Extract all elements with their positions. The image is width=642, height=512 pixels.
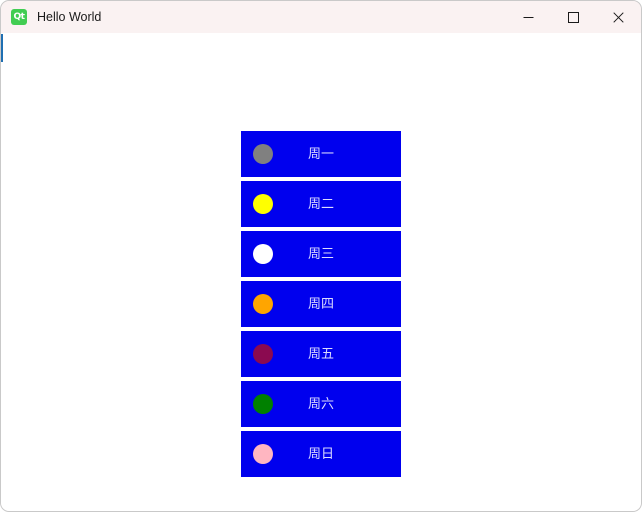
application-window: Qt Hello World 周一 周二 周三 周四周五 周六 周日 [0, 0, 642, 512]
window-controls [506, 1, 641, 33]
minimize-button[interactable] [506, 1, 551, 33]
day-button-label: 周三 [307, 246, 334, 262]
minimize-icon [523, 16, 534, 18]
day-button[interactable]: 周二 [241, 181, 401, 227]
day-button[interactable]: 周一 [241, 131, 401, 177]
day-button-list: 周一周二周三周四周五周六周日 [241, 131, 401, 477]
day-button[interactable]: 周日 [241, 431, 401, 477]
window-title: Hello World [37, 10, 102, 24]
client-area: 周一周二周三周四周五周六周日 [1, 33, 641, 511]
pink-circle-icon [253, 444, 273, 464]
day-button[interactable]: 周三 [241, 231, 401, 277]
maximize-icon [568, 11, 579, 23]
title-bar[interactable]: Qt Hello World [1, 1, 641, 33]
white-circle-icon [253, 244, 273, 264]
green-circle-icon [253, 394, 273, 414]
orange-circle-icon [253, 294, 273, 314]
gray-circle-icon [253, 144, 273, 164]
qt-logo-text: Qt [13, 11, 25, 22]
day-button-label: 周五 [307, 346, 334, 362]
day-button[interactable]: 周五 [241, 331, 401, 377]
day-button[interactable]: 周六 [241, 381, 401, 427]
day-button-label: 周二 [307, 196, 334, 212]
yellow-circle-icon [253, 194, 273, 214]
left-edge-accent [1, 34, 3, 62]
crimson-circle-icon [253, 344, 273, 364]
day-button-label: 周四 [307, 296, 334, 312]
day-button[interactable]: 周四 [241, 281, 401, 327]
day-button-label: 周一 [307, 146, 334, 162]
maximize-button[interactable] [551, 1, 596, 33]
qt-logo-icon: Qt [11, 9, 27, 25]
day-button-label: 周六 [307, 396, 334, 412]
close-icon [613, 11, 624, 23]
day-button-label: 周日 [307, 446, 334, 462]
close-button[interactable] [596, 1, 641, 33]
